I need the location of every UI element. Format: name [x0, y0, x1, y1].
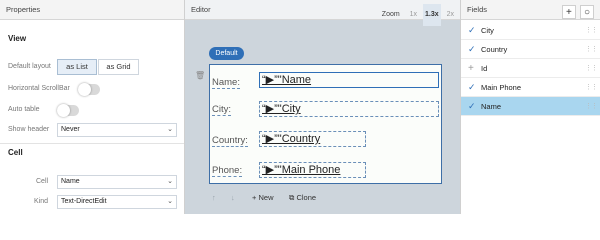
toggle-knob: [78, 83, 91, 96]
field-item-main-phone[interactable]: ✓ Main Phone ⋮⋮: [461, 78, 600, 97]
kind-value: Text-DirectEdit: [61, 198, 107, 205]
properties-title: Properties: [6, 5, 41, 14]
field-name: Name: [481, 102, 502, 111]
show-header-value: Never: [61, 126, 80, 133]
kind-select[interactable]: Text-DirectEdit ⌄: [57, 195, 177, 209]
chevron-down-icon: ⌄: [167, 198, 173, 205]
new-label: New: [258, 193, 274, 202]
properties-panel: Properties View Default layout as List a…: [0, 0, 185, 214]
check-icon[interactable]: ✓: [468, 40, 476, 59]
move-down-icon[interactable]: ↓: [231, 193, 235, 202]
cell-value: Name: [61, 178, 80, 185]
drag-handle-icon[interactable]: ⋮⋮: [585, 21, 598, 40]
horizontal-scrollbar-label: Horizontal ScrollBar: [8, 85, 70, 92]
zoom-2x-button[interactable]: 2x: [445, 4, 456, 26]
name-value-cell[interactable]: “▶”"Name: [259, 72, 439, 88]
kind-label: Kind: [34, 198, 49, 205]
name-label-cell[interactable]: Name:: [212, 77, 240, 89]
city-value-text: “▶”"City: [262, 103, 301, 115]
phone-label-cell[interactable]: Phone:: [212, 165, 243, 177]
cell-section-title: Cell: [8, 148, 23, 157]
country-value-cell[interactable]: “▶”"Country: [259, 131, 366, 147]
country-value-text: “▶”"Country: [262, 133, 321, 145]
default-layout-label: Default layout: [8, 63, 51, 70]
divider: [0, 143, 184, 144]
default-layout-badge[interactable]: Default: [209, 47, 244, 60]
chevron-down-icon: ⌄: [167, 178, 173, 185]
country-label-cell[interactable]: Country:: [212, 135, 248, 147]
field-name: Country: [481, 45, 508, 54]
field-item-id[interactable]: + Id ⋮⋮: [461, 59, 600, 78]
chevron-down-icon: ⌄: [167, 126, 173, 133]
properties-header: Properties: [0, 0, 184, 20]
check-icon[interactable]: ✓: [468, 97, 476, 116]
trash-icon[interactable]: 🗑: [195, 71, 205, 80]
drag-handle-icon[interactable]: ⋮⋮: [585, 78, 598, 97]
auto-table-label: Auto table: [8, 106, 40, 113]
clone-button[interactable]: ⧉ Clone: [289, 193, 316, 203]
zoom-1x-button[interactable]: 1x: [408, 4, 419, 26]
check-icon[interactable]: ✓: [468, 78, 476, 97]
plus-icon[interactable]: +: [468, 59, 474, 78]
phone-value-cell[interactable]: “▶”"Main Phone: [259, 162, 366, 178]
city-value-cell[interactable]: “▶”"City: [259, 101, 439, 117]
drag-handle-icon[interactable]: ⋮⋮: [585, 59, 598, 78]
layout-list-button[interactable]: as List: [57, 59, 97, 75]
layout-grid-button[interactable]: as Grid: [98, 59, 139, 75]
show-header-label: Show header: [8, 126, 50, 133]
zoom-label: Zoom: [381, 11, 400, 18]
move-up-icon[interactable]: ↑: [212, 193, 216, 202]
field-item-city[interactable]: ✓ City ⋮⋮: [461, 21, 600, 40]
fields-tools: + ○: [560, 3, 594, 23]
editor-header: Editor Zoom 1x 1.3x 2x: [185, 0, 460, 26]
editor-title: Editor: [191, 5, 211, 14]
new-button[interactable]: + New: [252, 193, 274, 202]
plus-icon: +: [252, 193, 257, 202]
field-name: Main Phone: [481, 83, 522, 92]
copy-icon: ⧉: [289, 193, 295, 202]
clone-label: Clone: [296, 193, 317, 202]
name-value-text: “▶”"Name: [262, 74, 312, 86]
city-label-cell[interactable]: City:: [212, 104, 231, 116]
phone-value-text: “▶”"Main Phone: [262, 164, 341, 176]
fields-panel: Fields + ○ ✓ City ⋮⋮ ✓ Country ⋮⋮ + Id ⋮…: [460, 0, 600, 214]
add-field-button[interactable]: +: [561, 5, 576, 19]
fields-title: Fields: [467, 5, 488, 14]
field-name: City: [481, 26, 494, 35]
auto-table-toggle[interactable]: [57, 104, 79, 117]
drag-handle-icon[interactable]: ⋮⋮: [585, 40, 598, 59]
zoom-1-3x-button[interactable]: 1.3x: [423, 4, 441, 26]
view-section-title: View: [8, 34, 27, 43]
field-item-country[interactable]: ✓ Country ⋮⋮: [461, 40, 600, 59]
toggle-knob: [57, 104, 70, 117]
cell-label: Cell: [36, 178, 49, 185]
cell-select[interactable]: Name ⌄: [57, 175, 177, 189]
fields-header: Fields + ○: [461, 0, 600, 20]
show-header-select[interactable]: Never ⌄: [57, 123, 177, 137]
drag-handle-icon[interactable]: ⋮⋮: [585, 97, 598, 116]
zoom-control: Zoom 1x 1.3x 2x: [378, 4, 456, 26]
horizontal-scrollbar-toggle[interactable]: [78, 83, 100, 96]
check-icon[interactable]: ✓: [468, 21, 476, 40]
field-item-name[interactable]: ✓ Name ⋮⋮: [461, 97, 600, 116]
field-name: Id: [481, 64, 488, 73]
search-icon[interactable]: ○: [580, 5, 594, 19]
